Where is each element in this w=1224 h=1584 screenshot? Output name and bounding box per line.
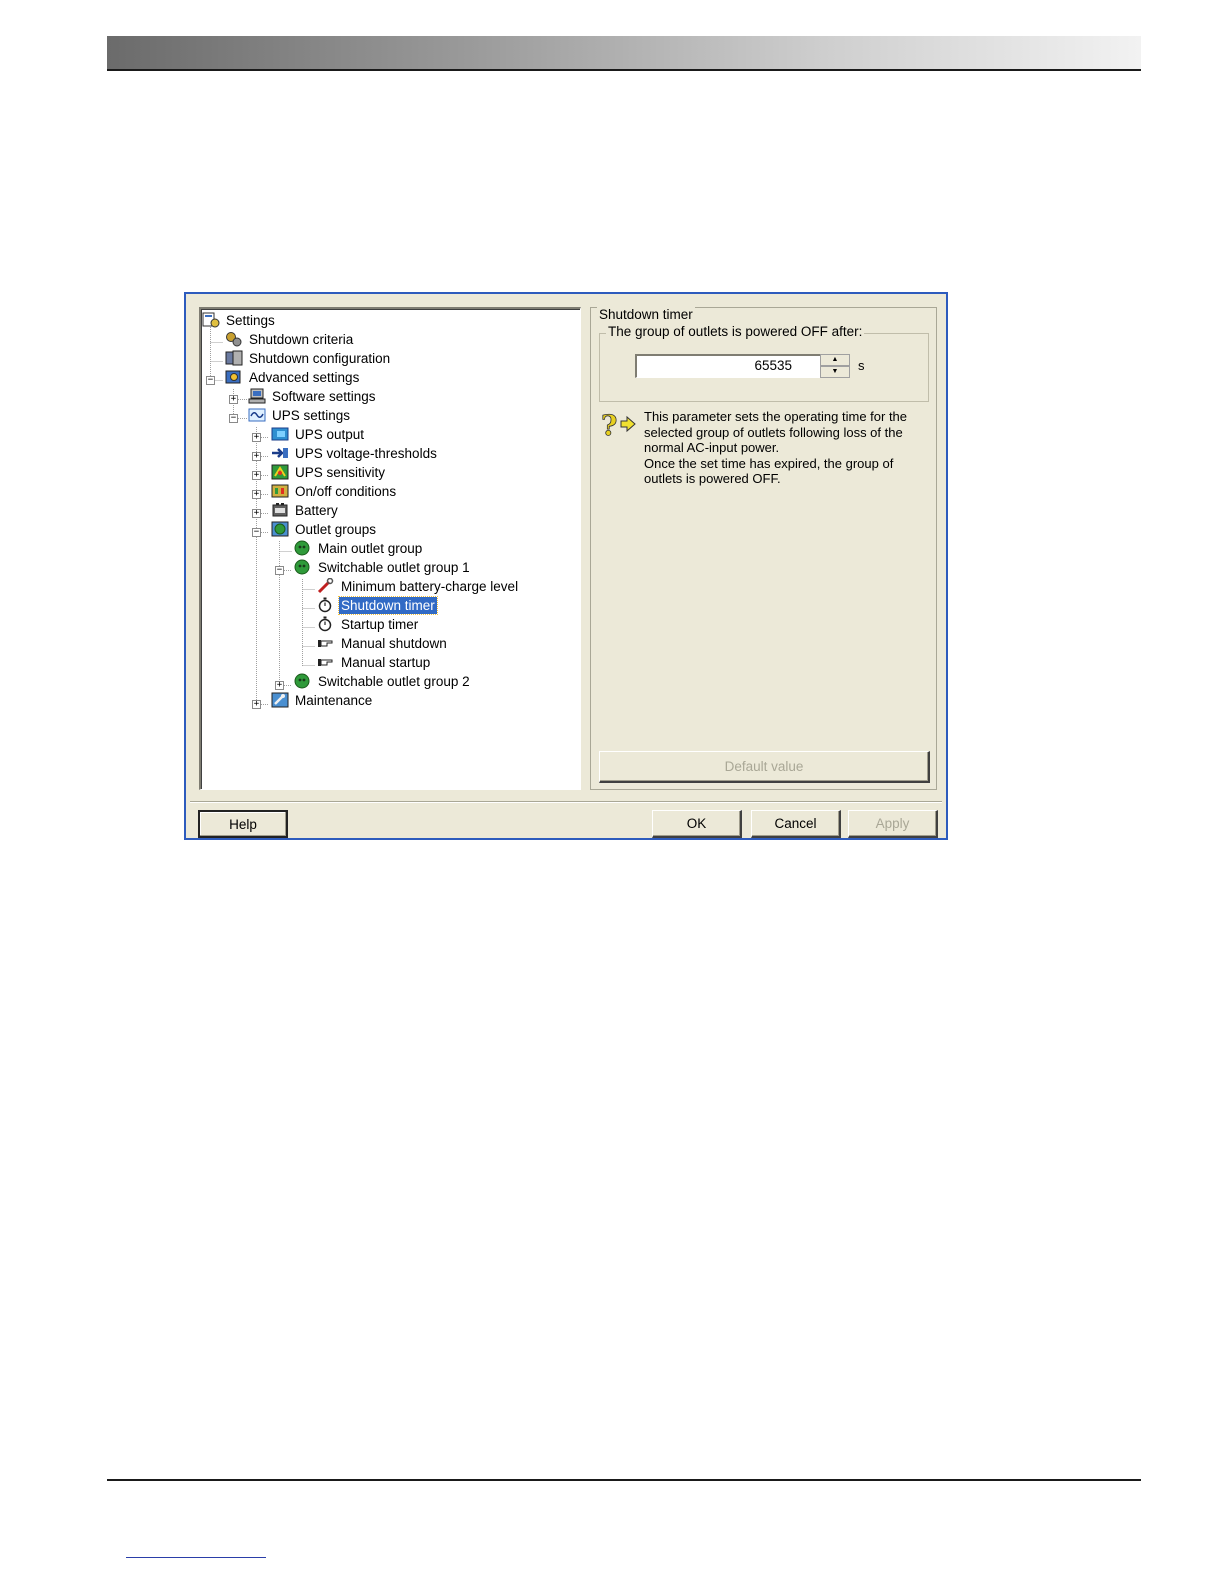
outlet-icon <box>294 559 312 575</box>
spinner-up-button[interactable]: ▲ <box>820 354 850 366</box>
outlet-icon <box>294 673 312 689</box>
battery-icon <box>271 502 289 518</box>
footer-link-underline <box>126 1557 266 1558</box>
tree-item-minimum-battery-charge-level[interactable]: Minimum battery-charge level <box>317 577 520 595</box>
outlet-groups-icon <box>271 521 289 537</box>
page-header-bar <box>107 36 1141 71</box>
tree-item-maintenance[interactable]: Maintenance <box>271 691 374 709</box>
collapse-switchable-outlet-group-1[interactable]: − <box>275 566 284 575</box>
tree-item-ups-voltage-thresholds[interactable]: UPS voltage-thresholds <box>271 444 439 462</box>
tree-item-manual-startup[interactable]: Manual startup <box>317 653 432 671</box>
hand-pointer-icon <box>317 635 335 651</box>
expand-switchable-outlet-group-2[interactable]: + <box>275 681 284 690</box>
computer-icon <box>248 388 266 404</box>
expand-maintenance[interactable]: + <box>252 700 261 709</box>
computer-config-icon <box>225 350 243 366</box>
ups-output-icon <box>271 426 289 442</box>
outlet-icon <box>294 540 312 556</box>
ok-button[interactable]: OK <box>652 810 742 838</box>
tree-item-on-off-conditions[interactable]: On/off conditions <box>271 482 398 500</box>
stopwatch-icon <box>317 597 335 613</box>
settings-dialog: − + − + + + + + − − + + Settings Shutdow… <box>184 292 948 840</box>
sensitivity-icon <box>271 464 289 480</box>
collapse-outlet-groups[interactable]: − <box>252 528 261 537</box>
tree-item-ups-sensitivity[interactable]: UPS sensitivity <box>271 463 387 481</box>
powered-off-fieldset: The group of outlets is powered OFF afte… <box>599 324 929 402</box>
stopwatch-icon <box>317 616 335 632</box>
maintenance-icon <box>271 692 289 708</box>
tree-item-switchable-outlet-group-1[interactable]: Switchable outlet group 1 <box>294 558 472 576</box>
tree-item-shutdown-criteria[interactable]: Shutdown criteria <box>225 330 355 348</box>
tree-item-switchable-outlet-group-2[interactable]: Switchable outlet group 2 <box>294 672 472 690</box>
tree-item-startup-timer[interactable]: Startup timer <box>317 615 420 633</box>
gears-icon <box>225 331 243 347</box>
hand-pointer-icon <box>317 654 335 670</box>
spinner-down-button[interactable]: ▼ <box>820 366 850 378</box>
unit-label: s <box>858 358 865 373</box>
tree-item-main-outlet-group[interactable]: Main outlet group <box>294 539 424 557</box>
voltage-arrow-icon <box>271 445 289 461</box>
cancel-button[interactable]: Cancel <box>751 810 841 838</box>
tree-item-manual-shutdown[interactable]: Manual shutdown <box>317 634 449 652</box>
on-off-icon <box>271 483 289 499</box>
help-description: This parameter sets the operating time f… <box>644 409 908 486</box>
expand-software-settings[interactable]: + <box>229 395 238 404</box>
tree-item-advanced-settings[interactable]: Advanced settings <box>225 368 361 386</box>
help-button[interactable]: Help <box>198 810 288 838</box>
shutdown-timer-panel: Shutdown timer The group of outlets is p… <box>590 307 937 790</box>
ups-wave-icon <box>248 407 266 423</box>
collapse-advanced-settings[interactable]: − <box>206 376 215 385</box>
advanced-settings-icon <box>225 369 243 385</box>
fieldset-title: The group of outlets is powered OFF afte… <box>606 324 865 339</box>
tree-item-shutdown-timer[interactable]: Shutdown timer <box>317 595 438 615</box>
tree-item-software-settings[interactable]: Software settings <box>248 387 378 405</box>
default-value-button[interactable]: Default value <box>599 751 930 783</box>
expand-battery[interactable]: + <box>252 509 261 518</box>
expand-ups-voltage-thresholds[interactable]: + <box>252 452 261 461</box>
apply-button[interactable]: Apply <box>848 810 938 838</box>
settings-tree[interactable]: − + − + + + + + − − + + Settings Shutdow… <box>199 307 581 790</box>
panel-group-title: Shutdown timer <box>597 307 695 322</box>
tree-item-ups-settings[interactable]: UPS settings <box>248 406 352 424</box>
page-footer-rule <box>107 1479 1141 1481</box>
tree-item-outlet-groups[interactable]: Outlet groups <box>271 520 378 538</box>
wrench-icon <box>317 577 335 594</box>
question-hint-icon: ? <box>601 408 637 442</box>
tree-item-settings[interactable]: Settings <box>202 311 277 329</box>
dialog-separator <box>190 801 942 803</box>
shutdown-delay-spinner[interactable]: ▲ ▼ <box>820 354 850 378</box>
expand-ups-sensitivity[interactable]: + <box>252 471 261 480</box>
settings-icon <box>202 312 220 328</box>
expand-ups-output[interactable]: + <box>252 433 261 442</box>
tree-item-ups-output[interactable]: UPS output <box>271 425 366 443</box>
expand-on-off-conditions[interactable]: + <box>252 490 261 499</box>
tree-item-battery[interactable]: Battery <box>271 501 340 519</box>
svg-text:?: ? <box>601 409 617 440</box>
tree-item-shutdown-configuration[interactable]: Shutdown configuration <box>225 349 392 367</box>
shutdown-delay-input[interactable]: 65535 <box>635 354 821 378</box>
collapse-ups-settings[interactable]: − <box>229 414 238 423</box>
